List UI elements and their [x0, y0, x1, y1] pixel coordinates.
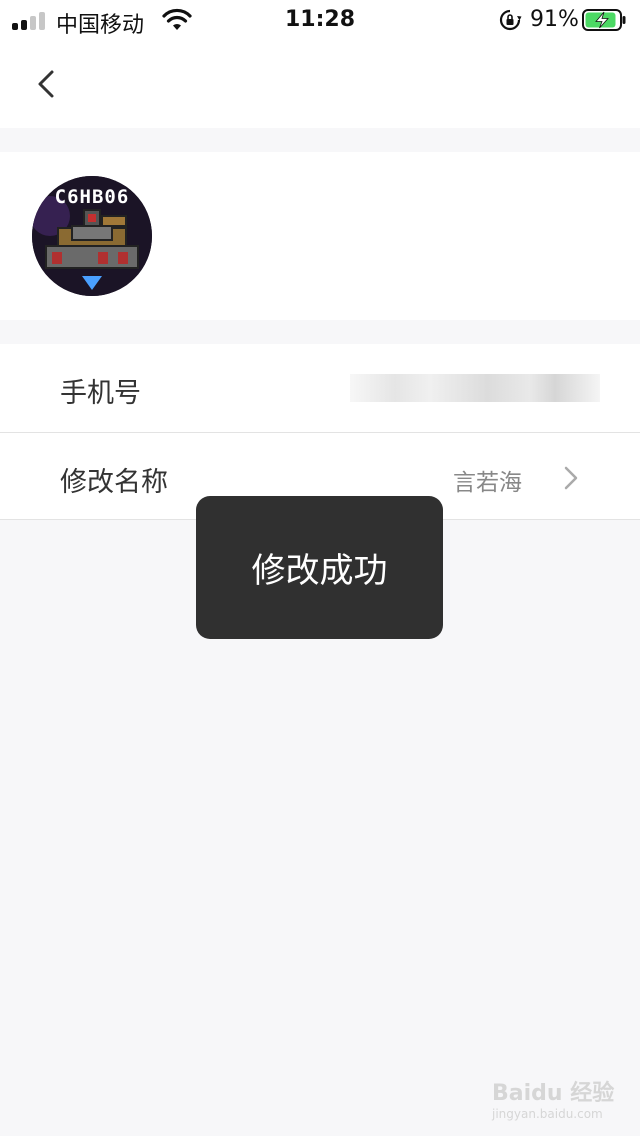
toast-message: 修改成功 — [251, 551, 388, 591]
baidu-watermark: Baidu 经验 jingyan.baidu.com — [492, 1075, 614, 1121]
battery-percent: 91% — [530, 7, 579, 32]
settings-list: 手机号 修改名称 言若海 — [0, 344, 640, 520]
app-screen: 中国移动 11:28 91% C6HB06 手机号 修改名称 言若海 修改成功 … — [0, 0, 640, 1136]
rotation-lock-icon — [499, 9, 522, 31]
battery-charging-icon — [582, 9, 626, 31]
chevron-left-icon — [38, 70, 54, 98]
phone-label: 手机号 — [60, 378, 141, 409]
current-name-value: 言若海 — [453, 470, 522, 496]
back-button[interactable] — [28, 62, 68, 106]
status-bar: 中国移动 11:28 91% — [0, 0, 640, 40]
success-toast: 修改成功 — [196, 496, 443, 639]
phone-value-redacted — [350, 374, 600, 402]
chevron-right-icon — [564, 466, 578, 490]
watermark-brand: Baidu 经验 — [492, 1081, 615, 1106]
avatar[interactable]: C6HB06 — [32, 176, 152, 296]
phone-row: 手机号 — [0, 344, 640, 432]
edit-name-label: 修改名称 — [60, 467, 168, 498]
navigation-bar — [0, 40, 640, 128]
avatar-label: C6HB06 — [54, 186, 130, 208]
watermark-url: jingyan.baidu.com — [492, 1107, 603, 1121]
avatar-section[interactable]: C6HB06 — [0, 152, 640, 320]
